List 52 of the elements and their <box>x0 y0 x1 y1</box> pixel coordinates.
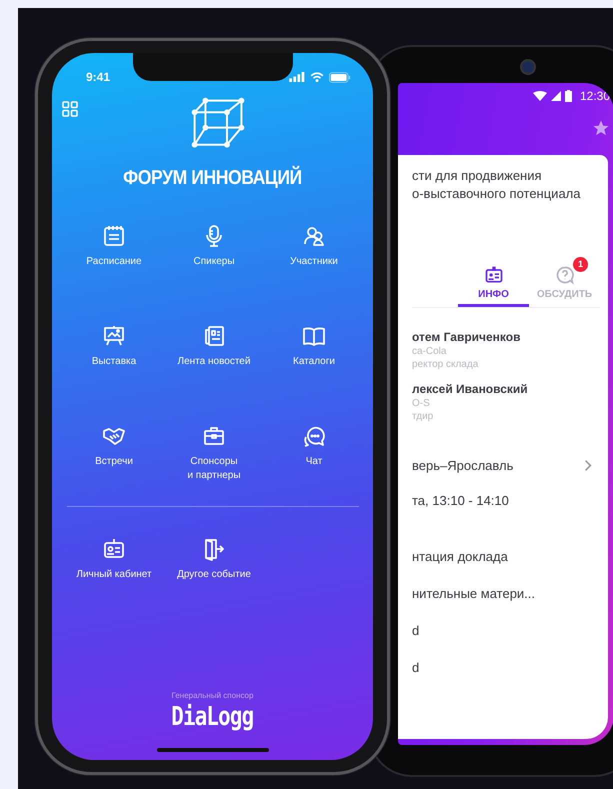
battery-icon <box>329 72 351 82</box>
question-bubble-icon <box>554 265 574 285</box>
menu-item[interactable]: Спонсоры и партнеры <box>164 420 264 520</box>
menu-item[interactable]: Другое событие <box>164 533 264 633</box>
easel-icon <box>102 324 126 348</box>
speaker-role: тдир <box>412 411 434 422</box>
material-link[interactable]: d <box>412 622 600 639</box>
tab[interactable]: ИНФО <box>458 257 529 307</box>
chevron-right-icon <box>584 459 592 472</box>
material-link[interactable]: d <box>412 659 600 676</box>
speaker-name: лексей Ивановский <box>412 382 529 396</box>
door-icon <box>202 537 226 561</box>
menu-item[interactable]: Чат <box>264 420 364 520</box>
grid-menu-icon[interactable] <box>62 101 78 117</box>
notification-badge: 1 <box>573 257 588 272</box>
session-time: та, 13:10 - 14:10 <box>412 493 510 508</box>
signal-icon <box>550 91 561 101</box>
sponsor-logo: DiaLogg <box>171 702 254 732</box>
speaker-company: ca-Cola <box>412 346 448 357</box>
wifi-icon <box>532 91 547 101</box>
front-camera <box>520 59 536 75</box>
app-title: ФОРУМ ИННОВАЦИЙ <box>123 167 302 190</box>
menu-item[interactable]: Спикеры <box>164 220 264 320</box>
id-card-icon <box>484 265 504 285</box>
star-icon[interactable] <box>592 119 610 137</box>
newspaper-icon <box>202 324 226 348</box>
chat-icon <box>302 424 326 448</box>
tab[interactable]: ОБСУДИТЬ 1 <box>529 257 600 307</box>
people-icon <box>302 224 326 248</box>
material-link[interactable]: нительные матери... <box>412 585 600 602</box>
signal-icon <box>289 72 305 82</box>
event-title: о-выставочного потенциала <box>412 185 582 203</box>
event-title: сти для продвижения <box>412 167 543 185</box>
sponsor-caption: Генеральный спонсор <box>172 691 254 700</box>
route-item[interactable]: верь–Ярославль <box>412 458 600 473</box>
wifi-icon <box>310 72 324 82</box>
calendar-icon <box>102 224 126 248</box>
briefcase-icon <box>202 424 226 448</box>
menu-item[interactable]: Лента новостей <box>164 320 264 420</box>
menu-item[interactable]: Каталоги <box>264 320 364 420</box>
menu-item[interactable]: Личный кабинет <box>64 533 164 633</box>
speaker-company: O-S <box>412 398 431 409</box>
menu-item[interactable]: Встречи <box>64 420 164 520</box>
speaker-name: отем Гавриченков <box>412 330 522 344</box>
badge-icon <box>102 537 126 561</box>
battery-icon <box>564 90 572 102</box>
menu-item[interactable]: Участники <box>264 220 364 320</box>
menu-item[interactable]: Расписание <box>64 220 164 320</box>
menu-item[interactable]: Выставка <box>64 320 164 420</box>
status-time: 9:41 <box>86 70 110 84</box>
material-link[interactable]: нтация доклада <box>412 548 600 565</box>
speaker-role: ректор склада <box>412 359 480 370</box>
